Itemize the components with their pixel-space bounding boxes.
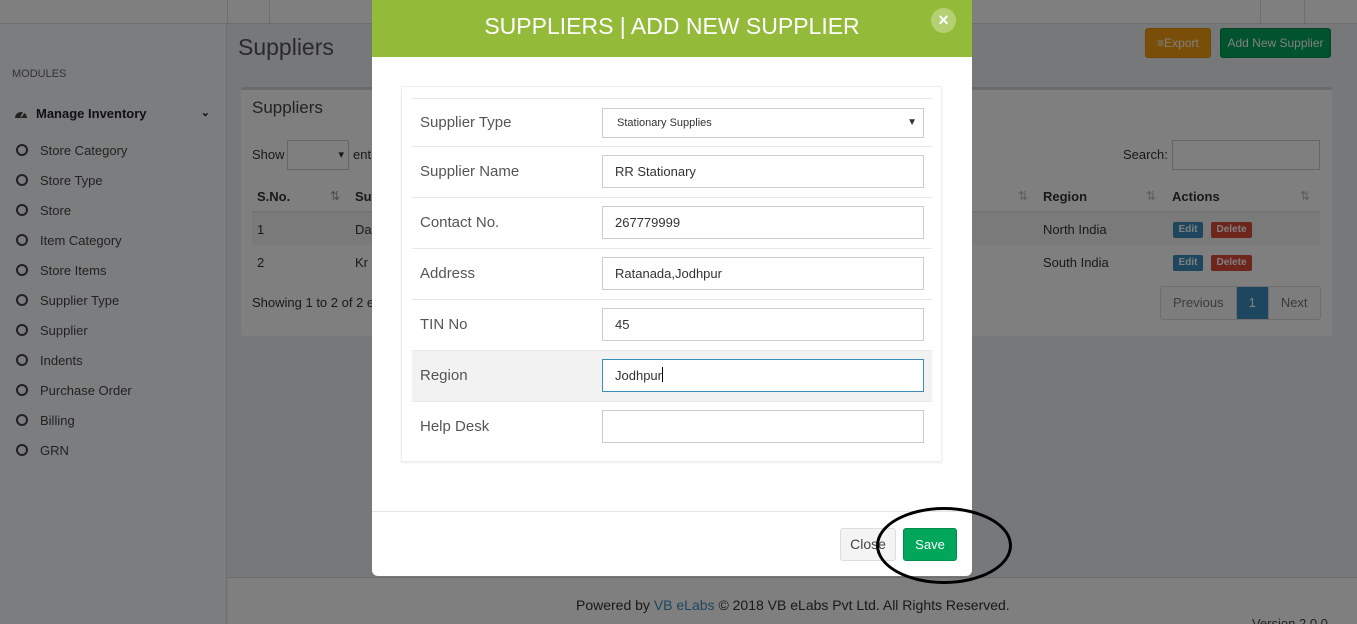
help-desk-label: Help Desk [420, 418, 490, 435]
annotation-ellipse [876, 507, 1012, 584]
help-desk-input[interactable] [602, 410, 924, 443]
form-row-contact-no: Contact No. 267779999 [412, 197, 932, 248]
region-input[interactable]: Jodhpur [602, 359, 924, 392]
region-value: Jodhpur [615, 368, 662, 383]
tin-no-label: TIN No [420, 316, 468, 333]
form-row-supplier-type: Supplier Type Stationary Supplies ▼ [412, 98, 932, 146]
supplier-name-label: Supplier Name [420, 163, 520, 180]
form-row-help-desk: Help Desk [412, 401, 932, 452]
region-label: Region [420, 367, 468, 384]
form-row-tin-no: TIN No 45 [412, 299, 932, 350]
modal-header: SUPPLIERS | ADD NEW SUPPLIER × [372, 0, 972, 57]
form-row-supplier-name: Supplier Name RR Stationary [412, 146, 932, 197]
close-icon[interactable]: × [931, 8, 956, 33]
supplier-type-value: Stationary Supplies [617, 117, 712, 129]
modal-title: SUPPLIERS | ADD NEW SUPPLIER [484, 13, 860, 39]
supplier-name-input[interactable]: RR Stationary [602, 155, 924, 188]
address-input[interactable]: Ratanada,Jodhpur [602, 257, 924, 290]
supplier-type-label: Supplier Type [420, 114, 512, 131]
caret-down-icon: ▼ [907, 117, 917, 128]
form-row-region: Region Jodhpur [412, 350, 932, 401]
supplier-type-select[interactable]: Stationary Supplies ▼ [602, 108, 924, 138]
modal-footer-divider [372, 511, 972, 512]
text-cursor [661, 367, 663, 382]
add-supplier-modal: SUPPLIERS | ADD NEW SUPPLIER × Supplier … [372, 0, 972, 576]
contact-no-input[interactable]: 267779999 [602, 206, 924, 239]
form-row-address: Address Ratanada,Jodhpur [412, 248, 932, 299]
tin-no-input[interactable]: 45 [602, 308, 924, 341]
address-label: Address [420, 265, 476, 282]
supplier-form: Supplier Type Stationary Supplies ▼ Supp… [401, 86, 942, 462]
contact-no-label: Contact No. [420, 214, 500, 231]
